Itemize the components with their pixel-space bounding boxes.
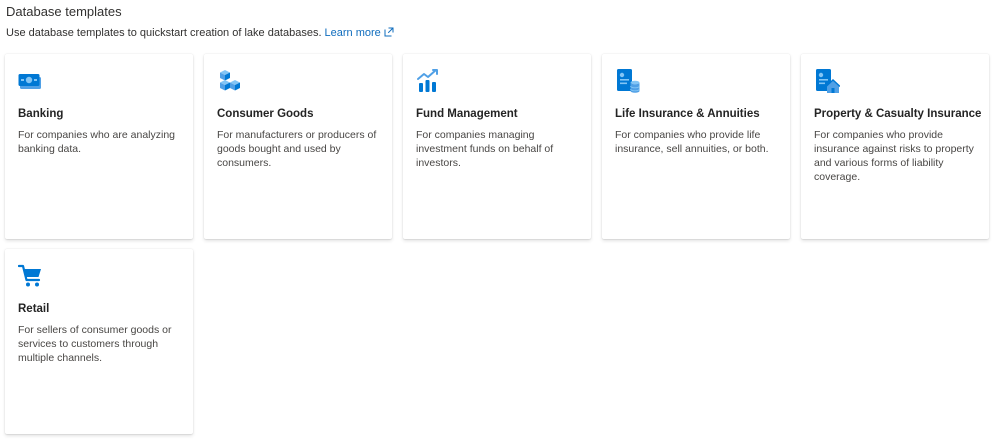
learn-more-label: Learn more	[324, 27, 381, 39]
template-description: For companies who provide insurance agai…	[814, 129, 974, 183]
template-description: For companies who provide life insurance…	[615, 129, 769, 155]
template-title: Life Insurance & Annuities	[615, 108, 760, 120]
template-grid: Banking For companies who are analyzing …	[5, 54, 993, 434]
template-title: Retail	[18, 303, 50, 315]
template-title: Banking	[18, 108, 64, 120]
template-title: Property & Casualty Insurance	[814, 108, 982, 120]
template-description: For manufacturers or producers of goods …	[217, 129, 377, 169]
template-description: For companies managing investment funds …	[416, 129, 554, 169]
consumer-goods-icon	[217, 68, 243, 94]
template-title: Fund Management	[416, 108, 518, 120]
life-insurance-icon	[615, 68, 641, 94]
template-description: For sellers of consumer goods or service…	[18, 324, 172, 364]
template-card-retail[interactable]: Retail For sellers of consumer goods or …	[5, 249, 193, 434]
template-description: For companies who are analyzing banking …	[18, 129, 175, 155]
database-templates-page: Database templates Use database template…	[0, 0, 999, 445]
subtitle-text: Use database templates to quickstart cre…	[6, 27, 322, 39]
external-link-icon	[384, 27, 394, 37]
fund-management-icon	[416, 68, 442, 94]
template-card-fund-management[interactable]: Fund Management For companies managing i…	[403, 54, 591, 239]
page-subtitle: Use database templates to quickstart cre…	[6, 27, 394, 39]
template-card-life-insurance[interactable]: Life Insurance & Annuities For companies…	[602, 54, 790, 239]
property-insurance-icon	[814, 68, 840, 94]
page-title: Database templates	[6, 4, 122, 19]
template-card-consumer-goods[interactable]: Consumer Goods For manufacturers or prod…	[204, 54, 392, 239]
template-card-property-insurance[interactable]: Property & Casualty Insurance For compan…	[801, 54, 989, 239]
banking-icon	[18, 68, 44, 94]
template-card-banking[interactable]: Banking For companies who are analyzing …	[5, 54, 193, 239]
learn-more-link[interactable]: Learn more	[325, 27, 394, 39]
template-title: Consumer Goods	[217, 108, 314, 120]
retail-icon	[18, 263, 44, 289]
